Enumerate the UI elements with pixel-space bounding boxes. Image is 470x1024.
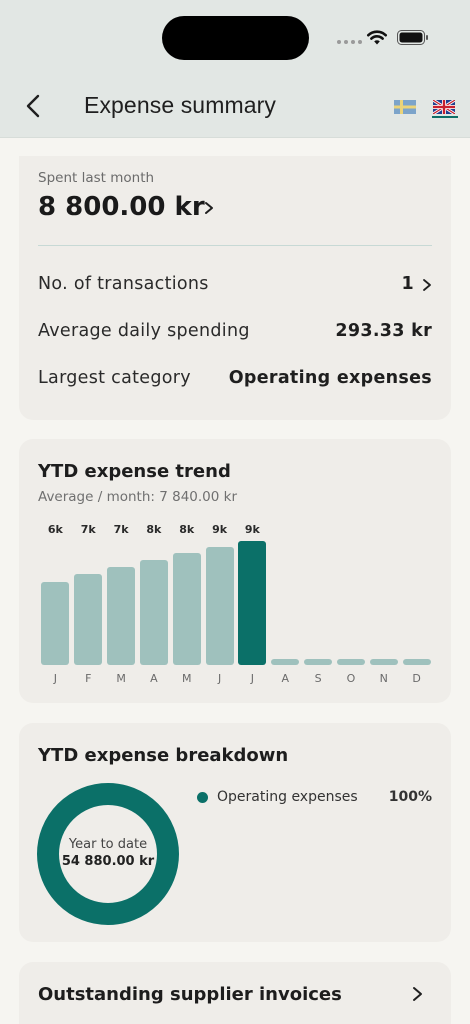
largest-category-label: Largest category (38, 368, 191, 388)
spent-value[interactable]: 8 800.00 kr (38, 192, 205, 222)
donut-center-label: Year to date (68, 837, 148, 852)
month-tick-label: J (217, 672, 222, 685)
nav-bar: Expense summary (0, 76, 470, 138)
spending-summary-card: Spent last month 8 800.00 kr No. of tran… (19, 156, 451, 420)
ytd-breakdown-card: YTD expense breakdown Year to date 54 88… (19, 723, 451, 942)
transactions-value[interactable]: 1 (402, 274, 414, 294)
invoices-title[interactable]: Outstanding supplier invoices (38, 984, 342, 1005)
largest-category-value: Operating expenses (228, 368, 432, 388)
bar-value-label: 8k (179, 523, 195, 536)
battery-icon (397, 30, 428, 45)
bar-f-1[interactable] (74, 574, 103, 665)
breakdown-title: YTD expense breakdown (38, 745, 289, 766)
chevron-left-icon[interactable] (20, 92, 48, 120)
donut-center-value: 54 880.00 kr (61, 854, 155, 869)
month-tick-label: A (281, 672, 290, 685)
bar-s-8[interactable] (304, 659, 333, 665)
bar-a-3[interactable] (139, 560, 168, 665)
status-bar (0, 0, 470, 76)
bar-j-6[interactable] (238, 541, 267, 665)
month-tick-label: D (412, 672, 421, 685)
bar-n-10[interactable] (369, 659, 398, 665)
bar-j-5[interactable] (205, 546, 234, 665)
trend-title: YTD expense trend (38, 461, 231, 482)
bar-value-label: 6k (47, 523, 63, 536)
bar-value-label: 7k (113, 523, 129, 536)
signal-dots-icon (337, 40, 362, 44)
month-tick-label: J (250, 672, 255, 685)
bar-j-0[interactable] (41, 582, 70, 665)
legend-dot (197, 792, 208, 803)
bar-value-label: 7k (80, 523, 96, 536)
month-tick-label: A (150, 672, 158, 685)
month-tick-label: S (314, 672, 322, 685)
uk-flag-icon[interactable] (433, 100, 455, 114)
bar-m-4[interactable] (172, 553, 201, 665)
divider (38, 245, 432, 246)
month-tick-label: M (182, 672, 192, 685)
outstanding-invoices-row[interactable]: Outstanding supplier invoices (19, 962, 451, 1024)
bar-value-label: 9k (212, 523, 228, 536)
swedish-flag-icon[interactable] (394, 100, 416, 114)
ytd-trend-card: YTD expense trend Average / month: 7 840… (19, 439, 451, 703)
chevron-right-icon[interactable] (422, 278, 432, 292)
transactions-label[interactable]: No. of transactions (38, 274, 209, 294)
legend-percent: 100% (388, 789, 432, 805)
bar-value-label: 9k (244, 523, 260, 536)
avg-daily-value: 293.33 kr (335, 321, 432, 341)
month-tick-label: M (116, 672, 126, 685)
month-tick-label: N (379, 672, 388, 685)
legend-label: Operating expenses (217, 789, 358, 805)
bar-a-7[interactable] (271, 659, 300, 665)
avg-daily-label: Average daily spending (38, 321, 250, 341)
trend-bar-chart: 6k J 7k F 7k M 8k A 8k M 9k J 9k J A S O N D (39, 523, 433, 685)
month-tick-label: O (346, 672, 356, 685)
bar-d-11[interactable] (402, 659, 431, 665)
chevron-right-icon[interactable] (203, 201, 215, 215)
page-title: Expense summary (84, 92, 276, 118)
bar-value-label: 8k (146, 523, 162, 536)
dynamic-island (162, 16, 309, 60)
month-tick-label: J (53, 672, 58, 685)
bar-o-9[interactable] (336, 659, 365, 665)
language-selected-indicator (432, 116, 458, 118)
trend-subtitle: Average / month: 7 840.00 kr (38, 489, 237, 505)
spent-label: Spent last month (38, 170, 155, 186)
chevron-right-icon[interactable] (412, 986, 423, 1002)
month-tick-label: F (85, 672, 92, 685)
wifi-icon (367, 30, 387, 45)
bar-m-2[interactable] (107, 567, 136, 665)
